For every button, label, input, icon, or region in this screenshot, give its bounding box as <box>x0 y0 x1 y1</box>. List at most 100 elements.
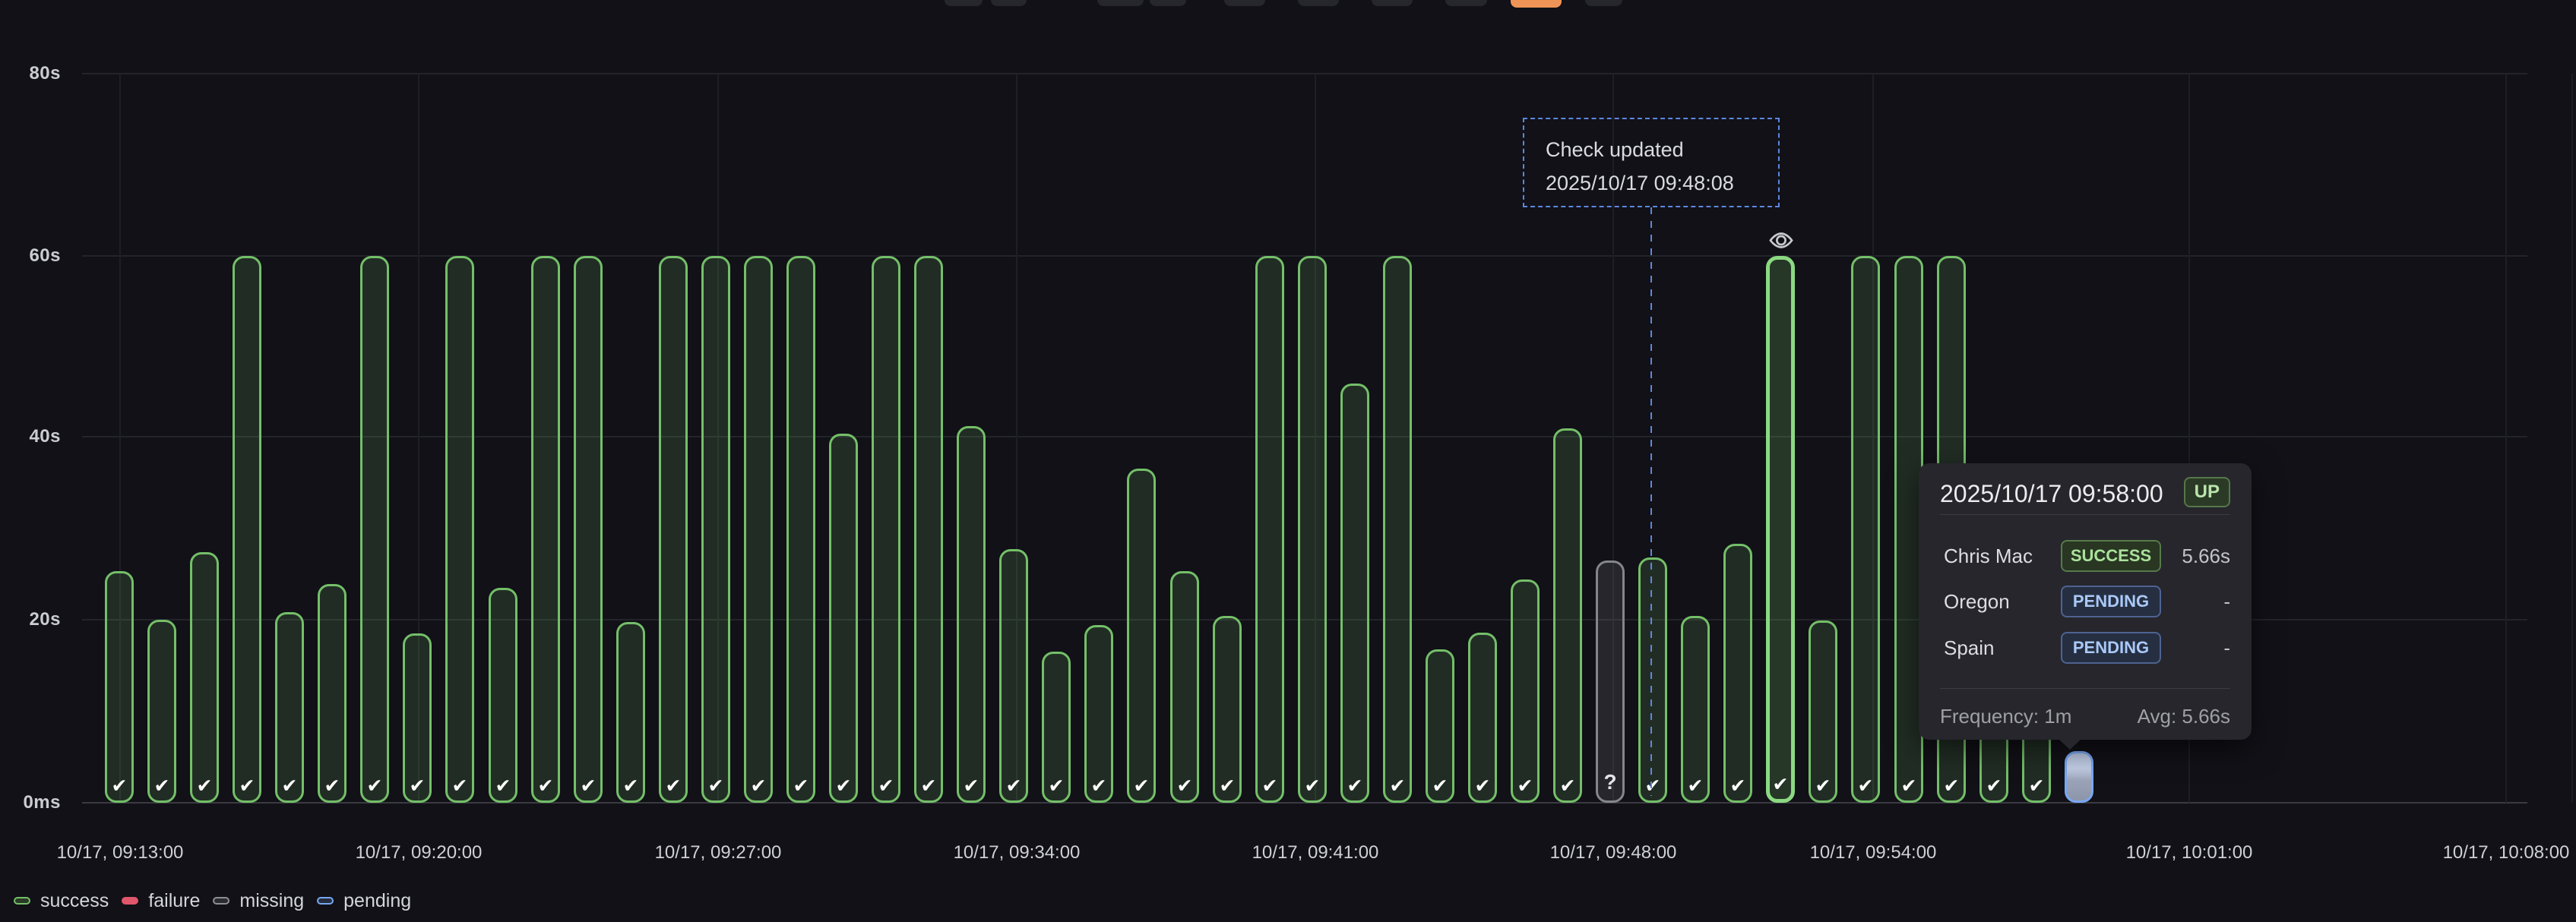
bar-success-09:22[interactable]: ✔ <box>531 256 560 803</box>
tooltip-up-badge: UP <box>2184 477 2230 507</box>
toolbar-button[interactable] <box>1097 0 1144 6</box>
bar-success-09:26[interactable]: ✔ <box>701 256 730 803</box>
bar-success-09:29[interactable]: ✔ <box>829 434 858 803</box>
x-axis-label: 10/17, 09:34:00 <box>954 841 1081 864</box>
bar-success-09:33[interactable]: ✔ <box>999 549 1028 803</box>
bar-pending-09:58[interactable] <box>2065 751 2093 803</box>
bar-success-09:51[interactable]: ✔ <box>1766 256 1795 803</box>
legend-item-success[interactable]: success <box>14 889 109 912</box>
bar-success-09:53[interactable]: ✔ <box>1851 256 1880 803</box>
location-name: Chris Mac <box>1944 545 2061 568</box>
bar-success-09:19[interactable]: ✔ <box>403 633 432 803</box>
bar-success-09:20[interactable]: ✔ <box>445 256 474 803</box>
y-axis-label: 40s <box>0 425 61 448</box>
toolbar-button[interactable] <box>991 0 1027 6</box>
toolbar-button[interactable] <box>1224 0 1265 6</box>
checkmark-icon: ✔ <box>1129 775 1154 797</box>
bar-success-09:34[interactable]: ✔ <box>1042 652 1071 803</box>
bar-success-09:43[interactable]: ✔ <box>1426 649 1454 803</box>
checkmark-icon: ✔ <box>1215 775 1239 797</box>
tooltip-row: Spain PENDING - <box>1944 631 2230 665</box>
checkmark-icon: ✔ <box>959 775 983 797</box>
toolbar-button[interactable] <box>1372 0 1413 6</box>
bar-success-09:17[interactable]: ✔ <box>318 584 347 803</box>
checkmark-icon: ✔ <box>1726 775 1750 797</box>
bar-success-09:35[interactable]: ✔ <box>1084 625 1113 803</box>
bar-success-09:16[interactable]: ✔ <box>275 612 304 803</box>
checkmark-icon: ✔ <box>1172 775 1197 797</box>
plot-right-edge <box>2571 74 2573 803</box>
duration-value: - <box>2223 590 2230 614</box>
checkmark-icon: ✔ <box>1641 775 1665 797</box>
bar-success-09:13[interactable]: ✔ <box>147 620 176 803</box>
bar-success-09:37[interactable]: ✔ <box>1170 571 1199 803</box>
legend-item-missing[interactable]: missing <box>213 889 304 912</box>
bar-success-09:28[interactable]: ✔ <box>786 256 815 803</box>
x-axis-label: 10/17, 09:48:00 <box>1550 841 1677 864</box>
bar-success-09:21[interactable]: ✔ <box>489 588 517 803</box>
x-axis-label: 10/17, 09:20:00 <box>356 841 483 864</box>
toolbar-button[interactable] <box>945 0 983 6</box>
bar-success-09:15[interactable]: ✔ <box>233 256 261 803</box>
bar-success-09:48[interactable]: ✔ <box>1638 557 1667 803</box>
bar-success-09:27[interactable]: ✔ <box>744 256 773 803</box>
checkmark-icon: ✔ <box>107 775 131 797</box>
bar-success-09:46[interactable]: ✔ <box>1553 428 1582 803</box>
bar-success-09:50[interactable]: ✔ <box>1723 544 1752 803</box>
bar-missing-09:47[interactable]: ? <box>1596 560 1625 803</box>
x-axis-label: 10/17, 09:27:00 <box>655 841 782 864</box>
legend-item-pending[interactable]: pending <box>317 889 411 912</box>
annotation-title: Check updated <box>1546 133 1778 166</box>
checkmark-icon: ✔ <box>320 775 344 797</box>
status-badge-success: SUCCESS <box>2061 540 2161 572</box>
toolbar-button-active[interactable] <box>1511 0 1562 8</box>
x-axis-label: 10/17, 09:41:00 <box>1252 841 1379 864</box>
annotation-timestamp: 2025/10/17 09:48:08 <box>1546 166 1778 200</box>
bar-success-09:14[interactable]: ✔ <box>190 552 219 803</box>
bar-success-09:39[interactable]: ✔ <box>1255 256 1284 803</box>
legend-item-failure[interactable]: failure <box>122 889 200 912</box>
bar-success-09:40[interactable]: ✔ <box>1298 256 1327 803</box>
annotation-box[interactable]: Check updated 2025/10/17 09:48:08 <box>1523 118 1780 207</box>
bar-success-09:45[interactable]: ✔ <box>1511 579 1540 803</box>
checkmark-icon: ✔ <box>1002 775 1026 797</box>
checkmark-icon: ✔ <box>704 775 728 797</box>
y-gridline <box>82 73 2527 74</box>
checkmark-icon: ✔ <box>1044 775 1068 797</box>
frequency-label: Frequency: 1m <box>1940 705 2071 728</box>
bar-success-09:44[interactable]: ✔ <box>1468 633 1497 803</box>
checkmark-icon: ✔ <box>1982 775 2006 797</box>
checkmark-icon: ✔ <box>192 775 217 797</box>
bar-success-09:38[interactable]: ✔ <box>1213 616 1242 803</box>
bar-success-09:24[interactable]: ✔ <box>616 622 645 803</box>
bar-success-09:41[interactable]: ✔ <box>1340 384 1369 803</box>
bar-success-09:23[interactable]: ✔ <box>574 256 603 803</box>
tooltip-caret <box>2059 739 2081 750</box>
y-axis-label: 60s <box>0 245 61 267</box>
checkmark-icon: ✔ <box>533 775 558 797</box>
bar-success-09:25[interactable]: ✔ <box>659 256 688 803</box>
eye-icon[interactable] <box>1767 230 1795 251</box>
bar-success-09:52[interactable]: ✔ <box>1809 620 1837 803</box>
checkmark-icon: ✔ <box>746 775 771 797</box>
bar-success-09:36[interactable]: ✔ <box>1127 469 1156 803</box>
bar-success-09:31[interactable]: ✔ <box>914 256 943 803</box>
checkmark-icon: ✔ <box>1087 775 1111 797</box>
toolbar-button[interactable] <box>1585 0 1622 6</box>
bar-success-09:18[interactable]: ✔ <box>360 256 389 803</box>
tooltip-row: Oregon PENDING - <box>1944 585 2230 618</box>
toolbar-button[interactable] <box>1150 0 1186 6</box>
toolbar-button[interactable] <box>1298 0 1339 6</box>
bar-success-09:42[interactable]: ✔ <box>1383 256 1412 803</box>
bar-success-09:49[interactable]: ✔ <box>1681 616 1710 803</box>
x-gridline <box>2505 74 2507 803</box>
status-badge-pending: PENDING <box>2061 586 2161 617</box>
bar-success-09:30[interactable]: ✔ <box>872 256 900 803</box>
bar-success-09:12[interactable]: ✔ <box>105 571 134 803</box>
y-axis-label: 0ms <box>0 791 61 814</box>
legend: success failure missing pending <box>14 887 411 914</box>
bar-success-09:32[interactable]: ✔ <box>957 426 986 803</box>
toolbar-button[interactable] <box>1445 0 1487 6</box>
checkmark-icon: ✔ <box>491 775 515 797</box>
divider <box>1940 688 2230 689</box>
